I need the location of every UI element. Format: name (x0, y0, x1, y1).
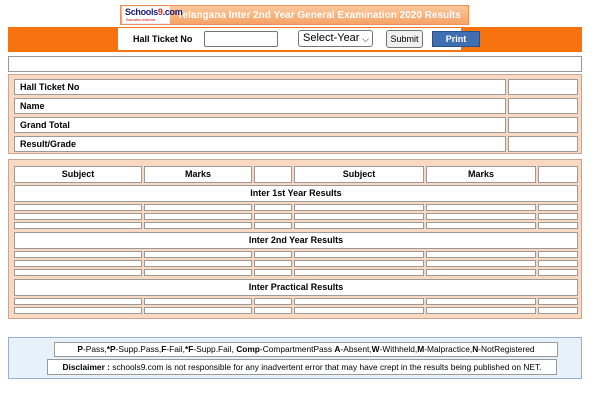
result-cell (426, 260, 536, 267)
chevron-down-icon: ⌵ (362, 34, 369, 44)
result-cell (144, 251, 252, 258)
result-cell (538, 204, 578, 211)
result-cell (538, 251, 578, 258)
result-cell (144, 298, 252, 305)
result-cell (426, 222, 536, 229)
result-cell (538, 269, 578, 276)
result-cell (294, 251, 424, 258)
col-header-subject-left: Subject (14, 166, 142, 183)
result-cell (426, 204, 536, 211)
info-label-grand-total: Grand Total (14, 117, 506, 133)
result-cell (294, 307, 424, 314)
hall-ticket-input[interactable] (204, 31, 278, 47)
result-cell (294, 222, 424, 229)
result-cell (294, 260, 424, 267)
info-value-grand-total (508, 117, 578, 133)
result-cell (144, 307, 252, 314)
result-cell (144, 204, 252, 211)
result-cell (14, 213, 142, 220)
result-cell (144, 222, 252, 229)
result-cell (144, 213, 252, 220)
legend-panel: P-Pass,*P-Supp.Pass,F-Fail,*F-Supp.Fail,… (8, 337, 582, 379)
info-value-hall-ticket (508, 79, 578, 95)
result-cell (254, 213, 292, 220)
year-select-value: Select-Year (303, 32, 360, 44)
section-title-1st-year: Inter 1st Year Results (14, 185, 578, 202)
result-cell (538, 222, 578, 229)
info-value-name (508, 98, 578, 114)
result-cell (254, 251, 292, 258)
search-bar: Hall Ticket No Select-Year ⌵ Submit Prin… (8, 27, 582, 52)
col-header-marks-left: Marks (144, 166, 252, 183)
search-form: Hall Ticket No Select-Year ⌵ Submit Prin… (118, 28, 480, 50)
section-title-practical: Inter Practical Results (14, 279, 578, 296)
result-cell (426, 307, 536, 314)
result-cell (538, 260, 578, 267)
result-cell (254, 269, 292, 276)
submit-button[interactable]: Submit (386, 30, 423, 48)
header-banner: Schools9.com Education Informer Telangan… (120, 5, 469, 25)
result-cell (144, 269, 252, 276)
col-header-blank-left (254, 166, 292, 183)
result-cell (14, 204, 142, 211)
result-cell (538, 298, 578, 305)
student-info-panel: Hall Ticket No Name Grand Total Result/G… (8, 74, 582, 154)
result-cell (426, 213, 536, 220)
disclaimer-label: Disclaimer : (62, 362, 110, 372)
col-header-subject-right: Subject (294, 166, 424, 183)
result-cell (254, 222, 292, 229)
result-cell (538, 213, 578, 220)
hall-ticket-label: Hall Ticket No (133, 34, 193, 44)
page-title: Telangana Inter 2nd Year General Examina… (177, 9, 461, 21)
print-button[interactable]: Print (432, 31, 480, 47)
result-cell (426, 251, 536, 258)
result-cell (254, 298, 292, 305)
result-cell (254, 204, 292, 211)
message-bar (8, 56, 582, 72)
result-cell (426, 298, 536, 305)
result-cell (144, 260, 252, 267)
grade-legend: P-Pass,*P-Supp.Pass,F-Fail,*F-Supp.Fail,… (54, 342, 558, 357)
result-cell (294, 213, 424, 220)
result-cell (538, 307, 578, 314)
col-header-blank-right (538, 166, 578, 183)
result-cell (254, 260, 292, 267)
result-cell (14, 260, 142, 267)
info-value-result-grade (508, 136, 578, 152)
result-cell (254, 307, 292, 314)
result-cell (14, 307, 142, 314)
info-label-name: Name (14, 98, 506, 114)
info-label-hall-ticket: Hall Ticket No (14, 79, 506, 95)
result-cell (426, 269, 536, 276)
result-cell (294, 298, 424, 305)
result-cell (294, 204, 424, 211)
info-label-result-grade: Result/Grade (14, 136, 506, 152)
result-cell (14, 269, 142, 276)
schools9-logo[interactable]: Schools9.com Education Informer (122, 6, 183, 24)
col-header-marks-right: Marks (426, 166, 536, 183)
year-select[interactable]: Select-Year ⌵ (298, 30, 373, 47)
disclaimer: Disclaimer : schools9.com is not respons… (47, 359, 557, 375)
section-title-2nd-year: Inter 2nd Year Results (14, 232, 578, 249)
disclaimer-text: schools9.com is not responsible for any … (109, 362, 542, 372)
result-cell (14, 298, 142, 305)
result-cell (14, 251, 142, 258)
results-panel: Subject Marks Subject Marks Inter 1st Ye… (8, 159, 582, 319)
result-cell (294, 269, 424, 276)
result-cell (14, 222, 142, 229)
